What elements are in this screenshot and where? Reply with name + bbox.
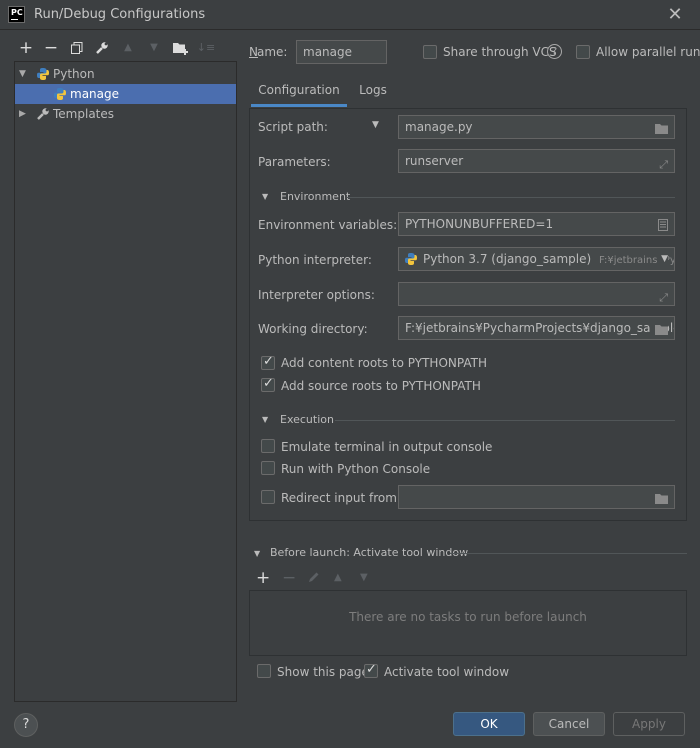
add-source-roots-checkbox[interactable] (261, 376, 275, 392)
expand-icon[interactable]: ⤢ (659, 154, 668, 172)
run-python-console-checkbox[interactable] (261, 461, 275, 475)
add-source-roots-label: Add source roots to PYTHONPATH (281, 379, 481, 393)
run-python-console-label: Run with Python Console (281, 462, 431, 476)
window-title: Run/Debug Configurations (34, 7, 206, 22)
section-divider (450, 553, 687, 554)
add-task-icon[interactable]: + (256, 568, 270, 588)
interpreter-label: Python interpreter: (258, 253, 372, 267)
wrench-icon[interactable] (92, 37, 112, 59)
cancel-button[interactable]: Cancel (533, 712, 605, 736)
allow-parallel-label: Allow parallel run (596, 45, 700, 59)
help-circle-icon[interactable]: ? (547, 44, 562, 59)
close-icon[interactable]: ✕ (664, 4, 686, 26)
working-dir-label: Working directory: (258, 322, 368, 336)
python-icon (405, 253, 417, 265)
expand-arrow-icon[interactable]: ▼ (19, 64, 26, 84)
expand-arrow-icon[interactable]: ▶ (19, 104, 26, 124)
name-field[interactable]: manage (296, 40, 387, 64)
remove-icon[interactable]: − (41, 37, 61, 59)
copy-icon[interactable] (67, 37, 87, 59)
ok-button[interactable]: OK (453, 712, 525, 736)
add-content-roots-label: Add content roots to PYTHONPATH (281, 356, 487, 370)
env-vars-label: Environment variables: (258, 218, 398, 232)
move-up-icon[interactable]: ▲ (118, 37, 138, 59)
tree-item-label: Python (53, 67, 95, 81)
empty-tasks-text: There are no tasks to run before launch (349, 610, 587, 624)
tree-item-label: Templates (53, 107, 115, 121)
folder-icon[interactable] (655, 490, 668, 508)
environment-section-title: Environment (280, 190, 351, 203)
configurations-tree: ▼ Python manage ▶ Templates (14, 61, 237, 702)
title-bar: PC Run/Debug Configurations ✕ (0, 0, 700, 30)
interpreter-options-field[interactable]: ⤢ (398, 282, 675, 306)
show-page-checkbox[interactable] (257, 664, 271, 678)
chevron-down-icon[interactable]: ▼ (658, 248, 668, 270)
tree-item-label: manage (70, 87, 120, 101)
section-divider (347, 197, 675, 198)
sort-icon[interactable]: ↓≡ (196, 37, 216, 59)
before-launch-tasks-list: There are no tasks to run before launch (249, 590, 687, 656)
pycharm-app-icon: PC (8, 6, 25, 23)
help-button[interactable]: ? (14, 713, 38, 737)
collapse-execution-icon[interactable]: ▼ (262, 415, 268, 424)
script-path-value: manage.py (405, 120, 473, 134)
add-content-roots-checkbox[interactable] (261, 354, 275, 370)
expand-icon[interactable]: ⤢ (659, 287, 668, 305)
parameters-label: Parameters: (258, 155, 331, 169)
parameters-value: runserver (405, 154, 464, 168)
redirect-input-label: Redirect input from: (281, 491, 401, 505)
section-divider (335, 420, 675, 421)
activate-tool-window-label: Activate tool window (384, 665, 510, 679)
working-dir-field[interactable]: F:¥jetbrains¥PycharmProjects¥django_samp… (398, 316, 675, 340)
move-task-down-icon[interactable]: ▼ (360, 572, 368, 583)
remove-task-icon[interactable]: − (282, 568, 296, 588)
interpreter-value: Python 3.7 (django_sample) (423, 252, 592, 266)
wrench-icon (37, 108, 49, 120)
tab-logs[interactable]: Logs (352, 77, 394, 107)
env-vars-field[interactable]: PYTHONUNBUFFERED=1 (398, 212, 675, 236)
redirect-input-checkbox[interactable] (261, 490, 275, 504)
show-page-label: Show this page (277, 665, 369, 679)
collapse-before-launch-icon[interactable]: ▼ (254, 549, 260, 558)
configurations-toolbar: + − ▲ ▼ ↓≡ (14, 37, 236, 59)
tab-configuration[interactable]: Configuration (251, 77, 347, 107)
folder-icon[interactable] (651, 321, 668, 339)
activate-tool-window-checkbox[interactable] (364, 662, 378, 678)
folder-icon[interactable] (655, 120, 668, 138)
add-icon[interactable]: + (16, 37, 36, 59)
apply-button[interactable]: Apply (613, 712, 685, 736)
tree-item-python[interactable]: ▼ Python (15, 64, 236, 84)
tree-item-manage[interactable]: manage (15, 84, 236, 104)
emulate-terminal-label: Emulate terminal in output console (281, 440, 493, 454)
env-vars-value: PYTHONUNBUFFERED=1 (405, 217, 554, 231)
move-task-up-icon[interactable]: ▲ (334, 572, 342, 583)
name-label: Name: (249, 45, 288, 59)
execution-section-title: Execution (280, 413, 334, 426)
script-path-label: Script path: (258, 120, 328, 134)
script-path-dropdown-icon[interactable]: ▼ (372, 120, 379, 130)
before-launch-title: Before launch: Activate tool window (270, 546, 469, 559)
tree-item-templates[interactable]: ▶ Templates (15, 104, 236, 124)
edit-task-icon[interactable] (308, 571, 320, 586)
emulate-terminal-checkbox[interactable] (261, 439, 275, 453)
document-icon[interactable] (658, 217, 668, 235)
parameters-field[interactable]: runserver ⤢ (398, 149, 675, 173)
redirect-input-field[interactable] (398, 485, 675, 509)
python-icon (54, 88, 66, 100)
allow-parallel-checkbox[interactable] (576, 45, 590, 59)
share-vcs-checkbox[interactable] (423, 45, 437, 59)
python-icon (37, 68, 49, 80)
name-label-text: ame: (256, 45, 288, 59)
new-folder-icon[interactable] (170, 37, 190, 59)
collapse-environment-icon[interactable]: ▼ (262, 192, 268, 201)
script-path-field[interactable]: manage.py (398, 115, 675, 139)
move-down-icon[interactable]: ▼ (144, 37, 164, 59)
interpreter-select[interactable]: Python 3.7 (django_sample) F:¥jetbrains¥… (398, 247, 675, 271)
share-vcs-label: Share through VCS (443, 45, 557, 59)
working-dir-value: F:¥jetbrains¥PycharmProjects¥django_samp… (405, 321, 675, 335)
interpreter-options-label: Interpreter options: (258, 288, 375, 302)
